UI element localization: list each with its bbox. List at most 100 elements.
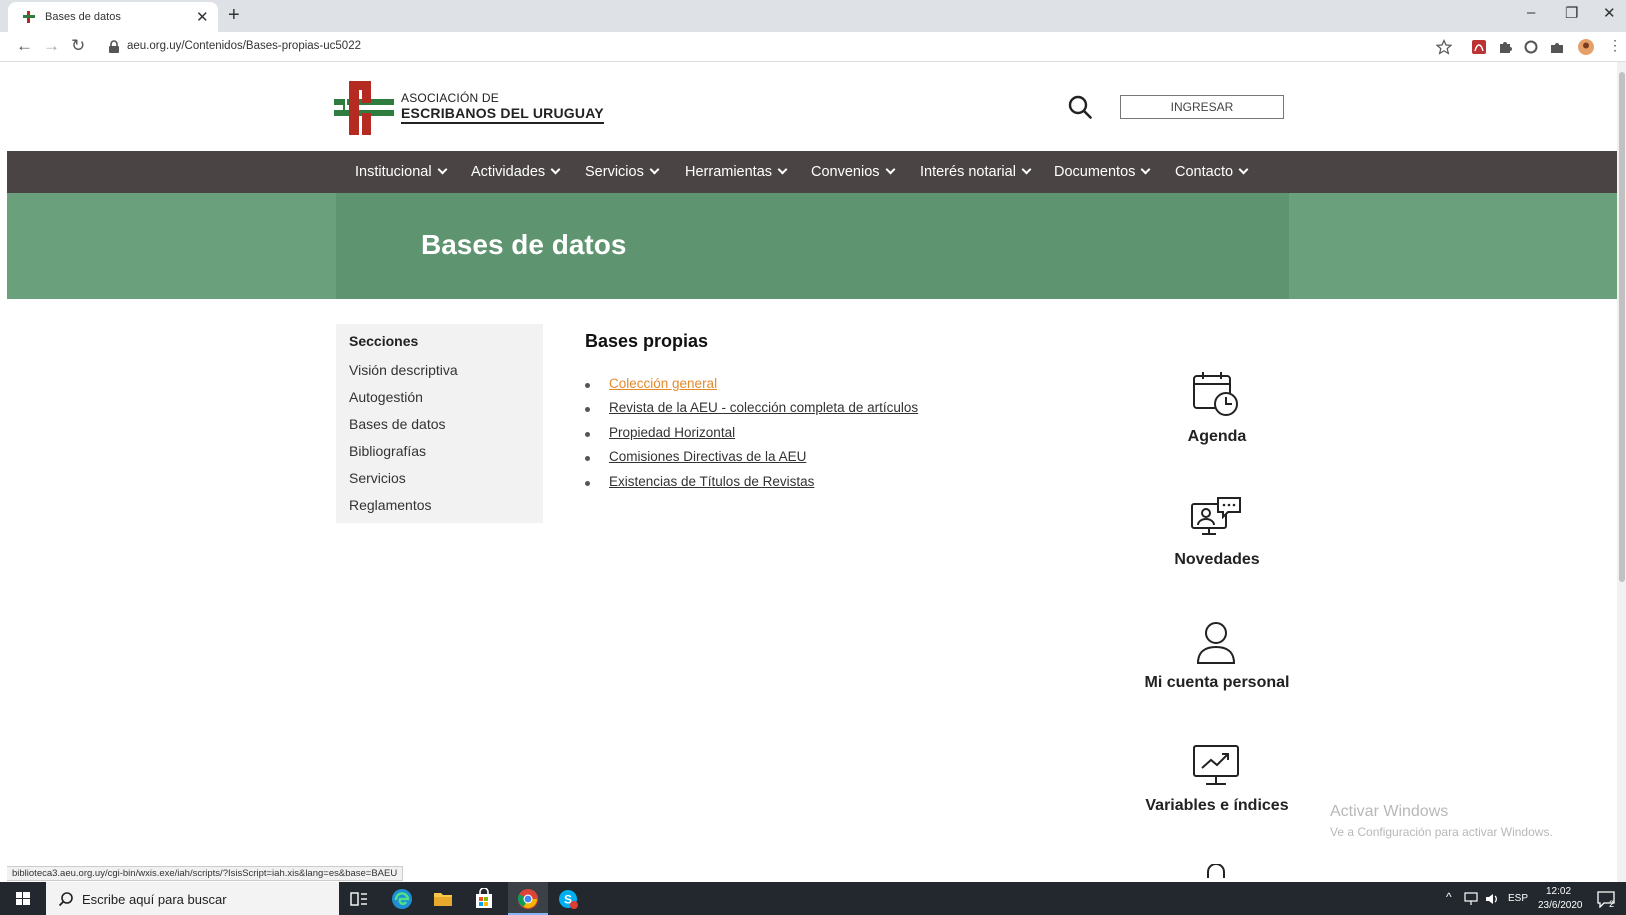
nav-item-institucional[interactable]: Institucional xyxy=(355,164,448,180)
notifications-count: 2 xyxy=(1609,899,1615,909)
menu-kebab-icon[interactable]: ⋮ xyxy=(1608,37,1622,54)
nav-item-interes-notarial[interactable]: Interés notarial xyxy=(920,164,1032,180)
browser-toolbar: ← → ↻ aeu.org.uy/Contenidos/Bases-propia… xyxy=(0,32,1626,62)
reload-icon[interactable]: ↻ xyxy=(71,36,85,56)
chevron-down-icon xyxy=(1238,164,1249,175)
page-title: Bases de datos xyxy=(421,229,627,260)
quick-link-novedades[interactable]: Novedades xyxy=(1117,551,1317,569)
skype-icon[interactable]: S xyxy=(557,888,579,910)
nav-item-label: Documentos xyxy=(1054,164,1136,180)
chevron-down-icon xyxy=(777,164,788,175)
language-indicator[interactable]: ESP xyxy=(1508,893,1528,904)
link-status-bar: biblioteca3.aeu.org.uy/cgi-bin/wxis.exe/… xyxy=(7,866,404,881)
nav-item-label: Actividades xyxy=(471,164,546,180)
address-bar[interactable]: aeu.org.uy/Contenidos/Bases-propias-uc50… xyxy=(127,40,361,52)
activate-windows-subtitle: Ve a Configuración para activar Windows. xyxy=(1330,825,1553,839)
clock-time[interactable]: 12:02 xyxy=(1546,886,1571,897)
windows-taskbar: Escribe aquí para buscar S ^ ESP 12:02 2… xyxy=(0,882,1626,915)
nav-item-label: Herramientas xyxy=(685,164,773,180)
network-icon[interactable] xyxy=(1464,892,1480,906)
nav-item-label: Institucional xyxy=(355,164,432,180)
sidebar-title: Secciones xyxy=(349,333,419,349)
sidebar-item-vision-descriptiva[interactable]: Visión descriptiva xyxy=(349,362,458,378)
lock-icon xyxy=(109,40,119,53)
calendar-clock-icon[interactable] xyxy=(1190,370,1242,418)
new-tab-button[interactable]: + xyxy=(228,4,240,27)
aeu-logo-icon[interactable] xyxy=(334,77,394,135)
browser-tab[interactable]: Bases de datos ✕ xyxy=(8,2,218,32)
nav-item-documentos[interactable]: Documentos xyxy=(1054,164,1151,180)
chrome-taskbar-button[interactable] xyxy=(508,882,548,915)
nav-item-herramientas[interactable]: Herramientas xyxy=(685,164,788,180)
link-propiedad-horizontal[interactable]: Propiedad Horizontal xyxy=(609,425,735,440)
chrome-icon xyxy=(517,889,538,909)
back-icon[interactable]: ← xyxy=(16,36,33,56)
file-explorer-icon[interactable] xyxy=(432,888,454,910)
windows-start-icon[interactable] xyxy=(0,882,46,915)
list-bullet xyxy=(585,407,590,412)
taskbar-search-box[interactable]: Escribe aquí para buscar xyxy=(46,882,339,915)
nav-item-servicios[interactable]: Servicios xyxy=(585,164,660,180)
link-comisiones-directivas[interactable]: Comisiones Directivas de la AEU xyxy=(609,449,806,464)
user-icon[interactable] xyxy=(1190,619,1242,667)
sidebar-item-bases-de-datos[interactable]: Bases de datos xyxy=(349,416,446,432)
forward-icon[interactable]: → xyxy=(43,36,60,56)
sidebar-item-autogestion[interactable]: Autogestión xyxy=(349,389,423,405)
link-coleccion-general[interactable]: Colección general xyxy=(609,376,717,391)
clock-date[interactable]: 23/6/2020 xyxy=(1538,900,1583,911)
tab-title: Bases de datos xyxy=(45,11,121,23)
chevron-down-icon xyxy=(1021,164,1032,175)
link-revista-aeu[interactable]: Revista de la AEU - colección completa d… xyxy=(609,400,918,415)
search-icon[interactable] xyxy=(1068,95,1092,119)
chevron-down-icon xyxy=(550,164,561,175)
logo-text-line1: ASOCIACIÓN DE xyxy=(401,91,499,105)
page-scrollbar-thumb[interactable] xyxy=(1619,72,1625,582)
site-favicon-icon xyxy=(23,11,35,23)
chevron-down-icon xyxy=(1140,164,1151,175)
chart-monitor-icon[interactable] xyxy=(1190,742,1242,790)
presentation-chat-icon[interactable] xyxy=(1190,496,1242,544)
taskbar-search-placeholder: Escribe aquí para buscar xyxy=(82,892,227,907)
partial-quick-link-icon[interactable] xyxy=(1190,864,1242,878)
nav-item-convenios[interactable]: Convenios xyxy=(811,164,895,180)
sections-sidebar: Secciones Visión descriptiva Autogestión… xyxy=(336,324,543,523)
nav-item-contacto[interactable]: Contacto xyxy=(1175,164,1249,180)
main-navigation: Institucional Actividades Servicios Herr… xyxy=(7,151,1619,193)
close-window-button[interactable]: ✕ xyxy=(1603,4,1616,22)
logo-text-line2: ESCRIBANOS DEL URUGUAY xyxy=(401,105,604,124)
circle-extension-icon[interactable] xyxy=(1523,39,1539,55)
task-view-icon[interactable] xyxy=(348,888,370,910)
browser-tab-strip: Bases de datos ✕ + – ❐ ✕ xyxy=(0,0,1626,32)
login-button[interactable]: INGRESAR xyxy=(1120,95,1284,119)
nav-item-label: Contacto xyxy=(1175,164,1234,180)
list-bullet xyxy=(585,481,590,486)
list-bullet xyxy=(585,432,590,437)
tray-expand-icon[interactable]: ^ xyxy=(1446,890,1452,904)
quick-link-mi-cuenta[interactable]: Mi cuenta personal xyxy=(1117,674,1317,692)
sidebar-item-bibliografias[interactable]: Bibliografías xyxy=(349,443,426,459)
quick-link-agenda[interactable]: Agenda xyxy=(1117,428,1317,446)
extensions-icon[interactable] xyxy=(1549,39,1565,55)
puzzle-extension-icon[interactable] xyxy=(1497,39,1513,55)
nav-item-label: Convenios xyxy=(811,164,880,180)
pdf-extension-icon[interactable] xyxy=(1471,39,1487,55)
chevron-down-icon xyxy=(649,164,660,175)
sidebar-item-reglamentos[interactable]: Reglamentos xyxy=(349,497,432,513)
nav-item-label: Servicios xyxy=(585,164,644,180)
tab-close-icon[interactable]: ✕ xyxy=(196,8,209,26)
restore-button[interactable]: ❐ xyxy=(1565,4,1578,22)
edge-browser-icon[interactable] xyxy=(391,888,413,910)
link-existencias-titulos[interactable]: Existencias de Títulos de Revistas xyxy=(609,474,814,489)
microsoft-store-icon[interactable] xyxy=(473,888,495,910)
sidebar-item-servicios[interactable]: Servicios xyxy=(349,470,406,486)
quick-link-variables-indices[interactable]: Variables e índices xyxy=(1117,797,1317,815)
minimize-button[interactable]: – xyxy=(1527,4,1535,21)
list-bullet xyxy=(585,456,590,461)
profile-avatar-icon[interactable] xyxy=(1578,39,1594,55)
bookmark-star-icon[interactable] xyxy=(1436,39,1452,55)
nav-item-actividades[interactable]: Actividades xyxy=(471,164,561,180)
volume-icon[interactable] xyxy=(1484,892,1500,906)
chevron-down-icon xyxy=(437,164,448,175)
chevron-down-icon xyxy=(885,164,895,175)
search-icon xyxy=(58,892,73,907)
